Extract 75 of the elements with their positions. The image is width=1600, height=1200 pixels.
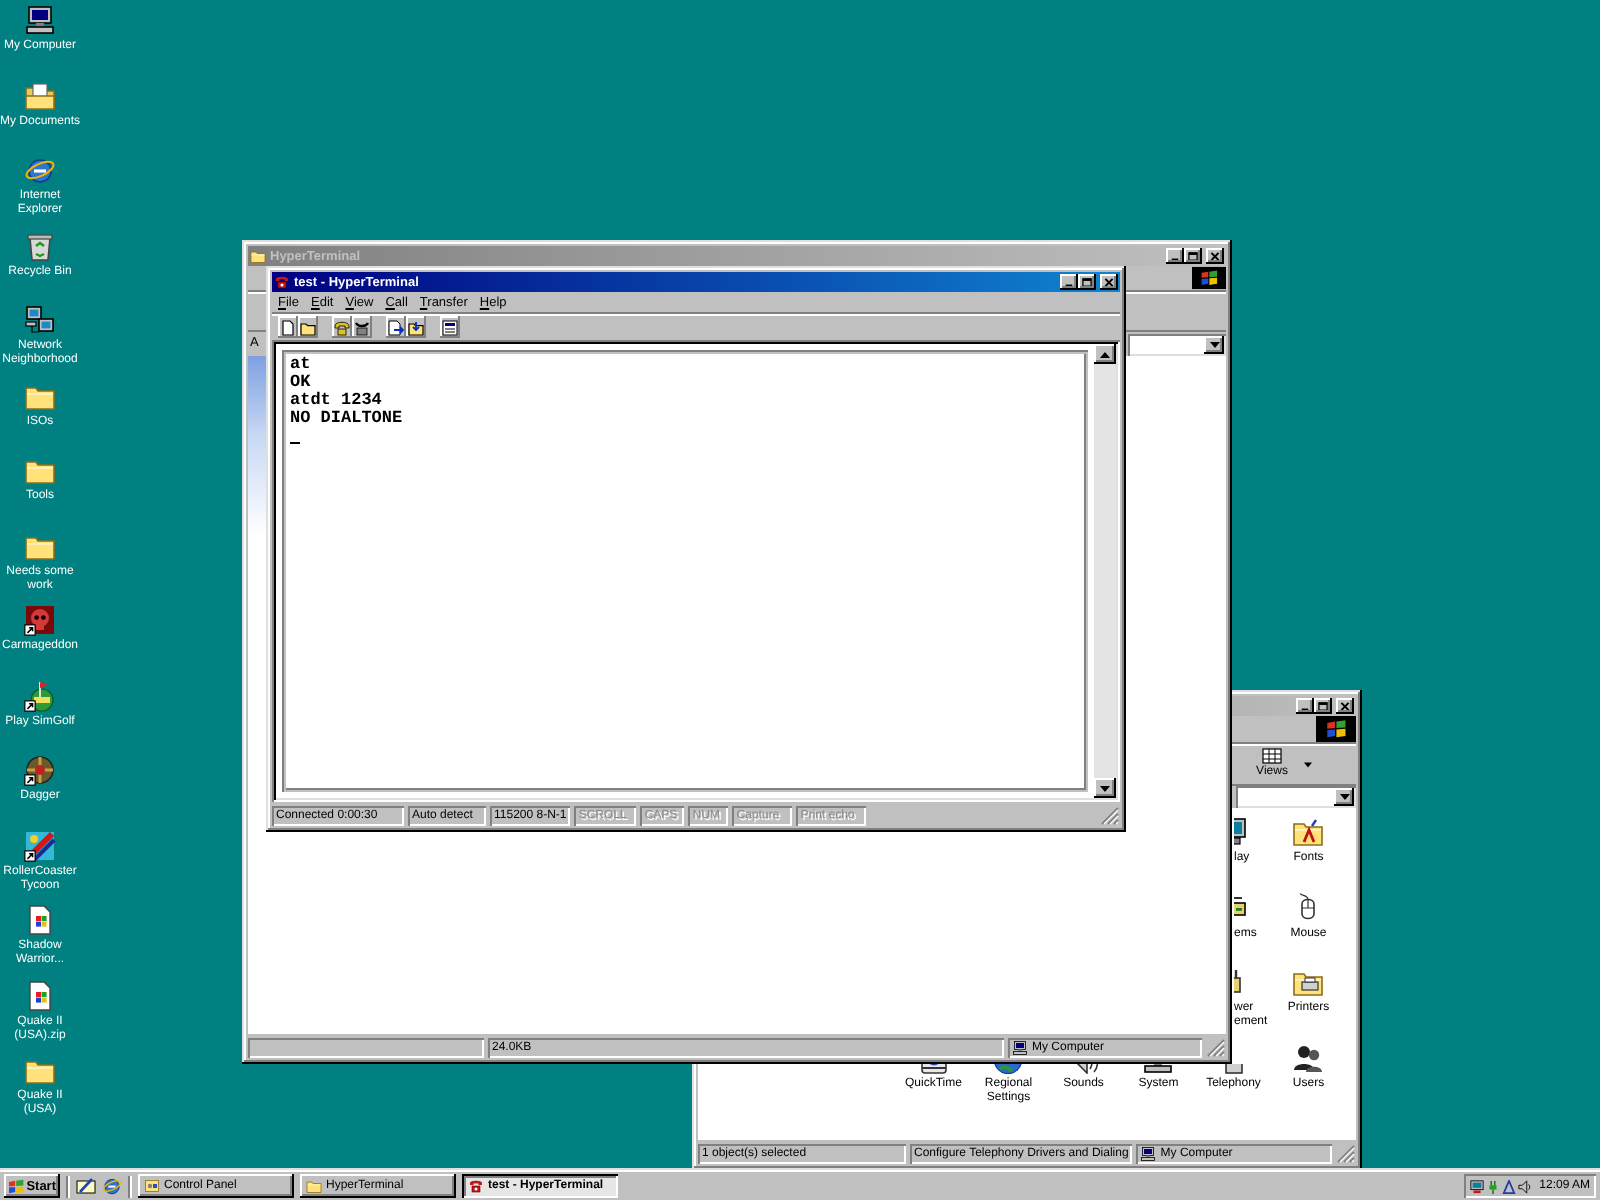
terminal-line: NO DIALTONE xyxy=(290,410,403,428)
folder-icon xyxy=(306,1178,322,1194)
maximize-icon xyxy=(1318,701,1328,711)
handset-icon xyxy=(354,319,370,335)
flag-logo-icon xyxy=(8,1177,25,1195)
maximize-icon xyxy=(1082,277,1092,287)
panel-folder-icon xyxy=(144,1178,160,1194)
toolbar-button[interactable] xyxy=(278,316,298,338)
close-button[interactable] xyxy=(1206,248,1224,264)
globe-icon xyxy=(24,154,56,186)
toolbar-button[interactable] xyxy=(298,316,318,338)
terminal-line: OK xyxy=(290,374,311,392)
monitor-icon[interactable] xyxy=(1469,1179,1484,1193)
text-cursor xyxy=(290,442,300,444)
document-icon xyxy=(24,979,56,1011)
caret-icon xyxy=(1209,341,1219,347)
speaker-icon[interactable] xyxy=(1517,1179,1532,1193)
caret-icon[interactable] xyxy=(1304,761,1312,767)
computer-icon xyxy=(1140,1146,1157,1162)
maximize-button[interactable] xyxy=(1078,274,1096,290)
folder-icon xyxy=(300,319,316,335)
grid-view-icon xyxy=(1262,748,1282,764)
maximize-button[interactable] xyxy=(1184,248,1202,264)
close-button[interactable] xyxy=(1100,274,1118,290)
font-folder-icon xyxy=(1292,816,1325,848)
dropdown-button[interactable] xyxy=(1204,335,1224,353)
close-button[interactable] xyxy=(1336,698,1354,714)
triangle-icon[interactable] xyxy=(1501,1179,1516,1193)
users-icon xyxy=(1292,1041,1325,1073)
caret-icon xyxy=(1339,794,1349,800)
toolbar-button[interactable] xyxy=(386,316,406,338)
computer-icon xyxy=(1012,1040,1028,1056)
minimize-button[interactable] xyxy=(1296,698,1314,714)
flag-logo-icon xyxy=(1316,716,1356,742)
toolbar-button[interactable] xyxy=(352,316,372,338)
scroll-down-button[interactable] xyxy=(1094,778,1116,798)
phone-icon xyxy=(468,1178,484,1194)
maximize-button[interactable] xyxy=(1314,698,1332,714)
scroll-up-button[interactable] xyxy=(1094,344,1116,364)
toolbar-button[interactable] xyxy=(332,316,352,338)
minimize-button[interactable] xyxy=(1166,248,1184,264)
trash-can-icon xyxy=(24,229,56,261)
document-folder-icon xyxy=(24,79,56,111)
folder-icon xyxy=(250,248,266,264)
close-icon xyxy=(1210,251,1220,261)
terminal-line: at xyxy=(290,356,311,374)
flag-logo-icon xyxy=(1192,266,1226,290)
close-icon xyxy=(1104,277,1114,287)
toolbar-button[interactable] xyxy=(440,316,460,338)
striped-tile-icon xyxy=(24,829,56,861)
sheet-icon xyxy=(442,319,458,335)
resize-grip-icon[interactable] xyxy=(1206,1038,1226,1058)
address-field[interactable] xyxy=(1236,786,1356,808)
telephone-icon xyxy=(334,319,350,335)
scrollbar[interactable] xyxy=(1094,344,1116,798)
phone-icon xyxy=(274,274,290,290)
minimize-button[interactable] xyxy=(1060,274,1078,290)
globe-icon[interactable] xyxy=(102,1176,122,1196)
maximize-icon xyxy=(1188,251,1198,261)
document-icon xyxy=(24,904,56,936)
pencil-pad-icon[interactable] xyxy=(76,1176,96,1196)
terminal-line: atdt 1234 xyxy=(290,392,382,410)
new-page-icon xyxy=(280,319,296,335)
computer-icon xyxy=(23,4,56,36)
dropdown-button[interactable] xyxy=(1334,788,1354,806)
folder-arrow-icon xyxy=(408,319,424,335)
down-arrow-icon xyxy=(1100,785,1110,791)
resize-grip-icon[interactable] xyxy=(1100,806,1120,826)
up-arrow-icon xyxy=(1100,351,1110,357)
page-arrow-icon xyxy=(388,319,404,335)
address-field[interactable] xyxy=(1128,333,1226,355)
network-computers-icon xyxy=(24,304,56,336)
resize-grip-icon[interactable] xyxy=(1336,1144,1356,1164)
toolbar-button[interactable] xyxy=(406,316,426,338)
close-icon xyxy=(1340,701,1350,711)
